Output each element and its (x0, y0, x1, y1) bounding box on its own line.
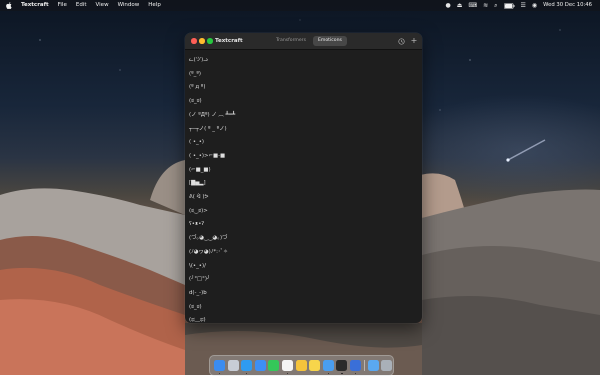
terminal-icon[interactable] (336, 360, 348, 371)
messages-icon[interactable] (268, 360, 280, 371)
dock (209, 355, 394, 376)
running-indicator (286, 372, 289, 375)
running-indicator (354, 372, 357, 375)
tab-emoticons[interactable]: Emoticons (312, 36, 347, 46)
emoticon-item[interactable]: (ﾉ◕ヮ◕)ﾉ*:･ﾟ✧ (189, 246, 418, 259)
running-indicator (327, 372, 330, 375)
emoticon-item[interactable]: (ಠ‿ಠ)> (189, 205, 418, 218)
apple-logo-icon[interactable] (6, 2, 12, 9)
zoom-window-button[interactable] (207, 38, 213, 44)
emoticon-item[interactable]: ┬─┬ノ( º _ ºノ) (189, 123, 418, 136)
emoticon-item[interactable]: (ಥ﹏ಥ) (189, 314, 418, 323)
menu-edit[interactable]: Edit (76, 0, 87, 11)
emoticon-item[interactable]: d(-_-)b (189, 287, 418, 300)
emoticon-item[interactable]: ( •_•) (189, 136, 418, 149)
emoticon-item[interactable]: (づ｡◕‿‿◕｡)づ (189, 232, 418, 245)
menu-view[interactable]: View (96, 0, 109, 11)
running-indicator (218, 372, 221, 375)
emoticon-item[interactable]: ʕ•ᴥ•ʔ (189, 218, 418, 231)
menu-file[interactable]: File (58, 0, 67, 11)
calendar-icon[interactable] (282, 360, 293, 371)
menu-help[interactable]: Help (148, 0, 161, 11)
tab-transformers[interactable]: Transformers (271, 36, 311, 46)
menu-app-name[interactable]: Textcraft (21, 0, 49, 11)
folder-icon[interactable] (367, 360, 379, 371)
minimize-window-button[interactable] (199, 38, 205, 44)
menu-window[interactable]: Window (118, 0, 140, 11)
finder-icon[interactable] (214, 360, 225, 371)
emoticon-item[interactable]: (ノ ºДº) ノ ︵ ┻━┻ (189, 109, 418, 122)
launchpad-icon[interactable] (227, 360, 239, 371)
mail-icon[interactable] (254, 360, 266, 371)
photos-icon[interactable] (295, 360, 307, 371)
emoticon-item[interactable]: ᕕ( ᐛ )ᕗ (189, 191, 418, 204)
control-center-icon[interactable]: ☰ (521, 0, 526, 11)
emoticon-item[interactable]: ( •_•)>⌐■-■ (189, 150, 418, 163)
mode-segmented-control: Transformers Emoticons (271, 36, 347, 46)
search-icon[interactable]: ⌕ (494, 0, 497, 11)
running-indicator (245, 372, 248, 375)
trash-icon[interactable] (381, 360, 393, 371)
siri-icon[interactable]: ◉ (532, 0, 537, 11)
emoticon-item[interactable]: \(•_•)/ (189, 260, 418, 273)
notes-icon[interactable] (309, 360, 321, 371)
emoticon-item[interactable]: [▇▅▂] (189, 177, 418, 190)
emoticon-item[interactable]: (╯°□°)╯ (189, 273, 418, 286)
emoticon-item[interactable]: (ಠ_ಠ) (189, 95, 418, 108)
xcode-icon[interactable] (322, 360, 334, 371)
menu-bar: Textcraft File Edit View Window Help ● ⏏… (0, 0, 600, 11)
emoticon-item[interactable]: (ಠ_ಠ) (189, 301, 418, 314)
emoticon-list: ᓚ(ツ)ᓗ (º_º) (º д º) (ಠ_ಠ) (ノ ºДº) ノ ︵ ┻━┻ ┬─┬… (185, 49, 422, 323)
battery-icon[interactable] (503, 2, 515, 9)
menu-extra-icon[interactable]: ● (446, 0, 451, 11)
emoticon-item[interactable]: ᓚ(ツ)ᓗ (189, 54, 418, 67)
instruments-icon[interactable] (350, 360, 361, 371)
emoticon-item[interactable]: (º д º) (189, 81, 418, 94)
history-icon[interactable] (397, 37, 405, 45)
emoticon-item[interactable]: (⌐■_■) (189, 164, 418, 177)
safari-icon[interactable] (241, 360, 253, 371)
add-icon[interactable]: + (410, 37, 418, 45)
emoticon-item[interactable]: (º_º) (189, 68, 418, 81)
control-icon[interactable]: ⏏ (457, 0, 463, 11)
close-window-button[interactable] (191, 38, 197, 44)
window-titlebar[interactable]: Textcraft Transformers Emoticons + (185, 33, 422, 50)
dock-separator (363, 360, 365, 371)
window-title: Textcraft (215, 38, 243, 44)
keyboard-icon[interactable]: ⌨ (468, 0, 477, 11)
wifi-icon[interactable]: ≋ (483, 0, 488, 11)
running-indicator (341, 372, 343, 375)
textcraft-window: Textcraft Transformers Emoticons + ᓚ(ツ)ᓗ… (185, 33, 422, 323)
menu-clock[interactable]: Wed 30 Dec 10:46 (543, 0, 592, 11)
